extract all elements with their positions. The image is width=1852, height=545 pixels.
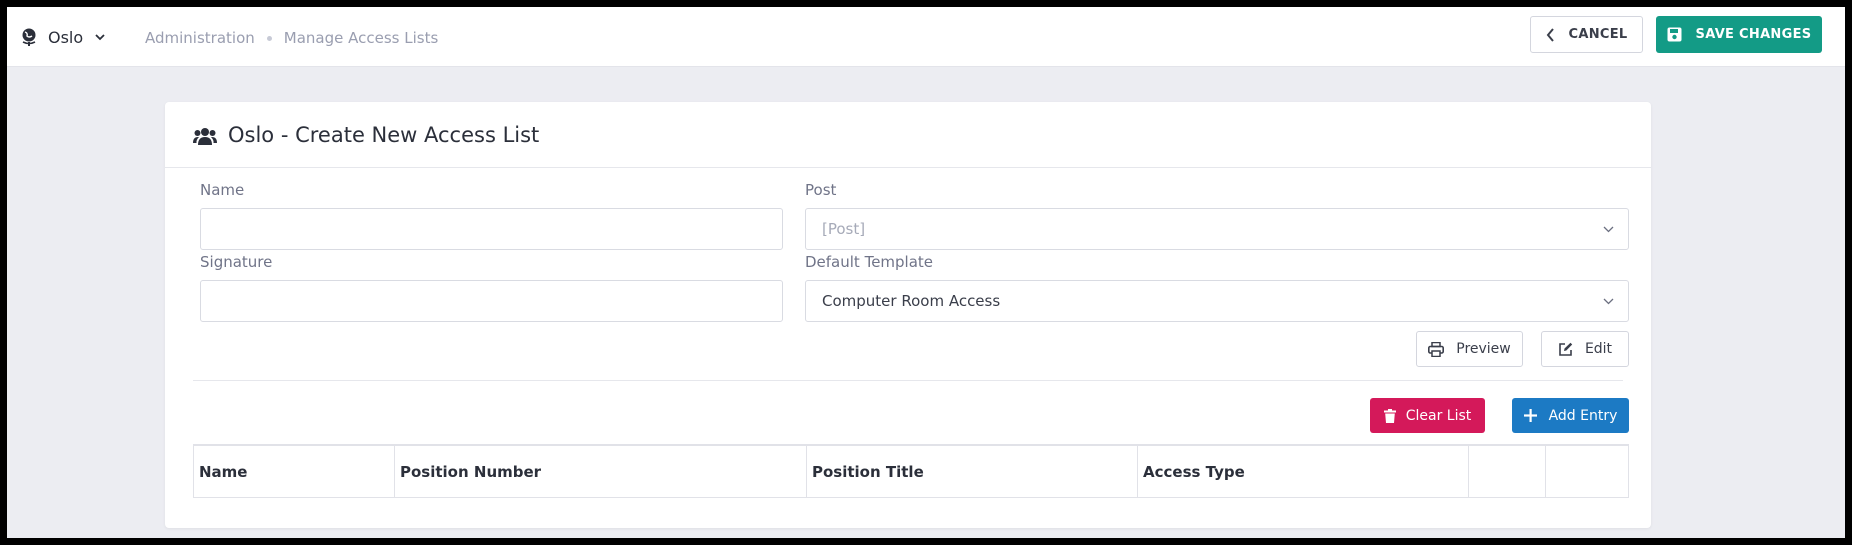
preview-label: Preview: [1456, 341, 1511, 357]
breadcrumb: Administration Manage Access Lists: [145, 29, 438, 47]
site-name: Oslo: [48, 27, 84, 47]
breadcrumb-manage-access-lists[interactable]: Manage Access Lists: [284, 29, 439, 47]
name-label: Name: [200, 181, 245, 199]
preview-button[interactable]: Preview: [1416, 331, 1523, 367]
default-template-value: Computer Room Access: [822, 292, 1001, 310]
default-template-label: Default Template: [805, 253, 934, 271]
column-header-access-type[interactable]: Access Type: [1138, 446, 1469, 497]
clear-list-button[interactable]: Clear List: [1370, 398, 1485, 433]
save-changes-label: SAVE CHANGES: [1695, 27, 1812, 42]
top-bar: Oslo Administration Manage Access Lists …: [7, 7, 1845, 67]
column-header-action-1: [1469, 446, 1546, 497]
card-header: Oslo - Create New Access List: [165, 102, 1651, 168]
plus-icon: [1523, 409, 1537, 422]
access-list-card: Oslo - Create New Access List Name Post …: [165, 102, 1651, 528]
breadcrumb-administration[interactable]: Administration: [145, 29, 255, 47]
cancel-button[interactable]: CANCEL: [1530, 16, 1643, 53]
trash-icon: [1383, 408, 1396, 423]
post-placeholder: [Post]: [822, 220, 866, 238]
chevron-down-icon: [95, 34, 105, 41]
post-label: Post: [805, 181, 837, 199]
add-entry-button[interactable]: Add Entry: [1512, 398, 1629, 433]
save-icon: [1667, 27, 1682, 42]
add-entry-label: Add Entry: [1548, 407, 1618, 424]
signature-label: Signature: [200, 253, 273, 271]
chevron-down-icon: [1603, 298, 1614, 305]
breadcrumb-separator: [266, 35, 272, 41]
edit-label: Edit: [1584, 341, 1613, 357]
users-icon: [193, 128, 217, 145]
site-selector[interactable]: Oslo: [20, 24, 105, 50]
column-header-action-2: [1546, 446, 1628, 497]
edit-icon: [1559, 342, 1573, 356]
column-header-name[interactable]: Name: [194, 446, 395, 497]
clear-list-label: Clear List: [1405, 407, 1472, 424]
column-header-position-number[interactable]: Position Number: [395, 446, 807, 497]
default-template-select[interactable]: Computer Room Access: [805, 280, 1629, 322]
chevron-left-icon: [1546, 27, 1554, 42]
cancel-label: CANCEL: [1568, 27, 1628, 42]
column-header-position-title[interactable]: Position Title: [807, 446, 1138, 497]
access-list-table: Name Position Number Position Title Acce…: [193, 444, 1629, 498]
card-title: Oslo - Create New Access List: [228, 123, 540, 147]
name-input[interactable]: [200, 208, 783, 250]
post-select[interactable]: [Post]: [805, 208, 1629, 250]
edit-button[interactable]: Edit: [1541, 331, 1629, 367]
section-divider: [193, 380, 1623, 381]
app-frame: Oslo Administration Manage Access Lists …: [7, 7, 1845, 538]
globe-icon: [22, 28, 36, 46]
signature-input[interactable]: [200, 280, 783, 322]
printer-icon: [1428, 341, 1445, 357]
save-changes-button[interactable]: SAVE CHANGES: [1656, 16, 1822, 53]
chevron-down-icon: [1603, 226, 1614, 233]
